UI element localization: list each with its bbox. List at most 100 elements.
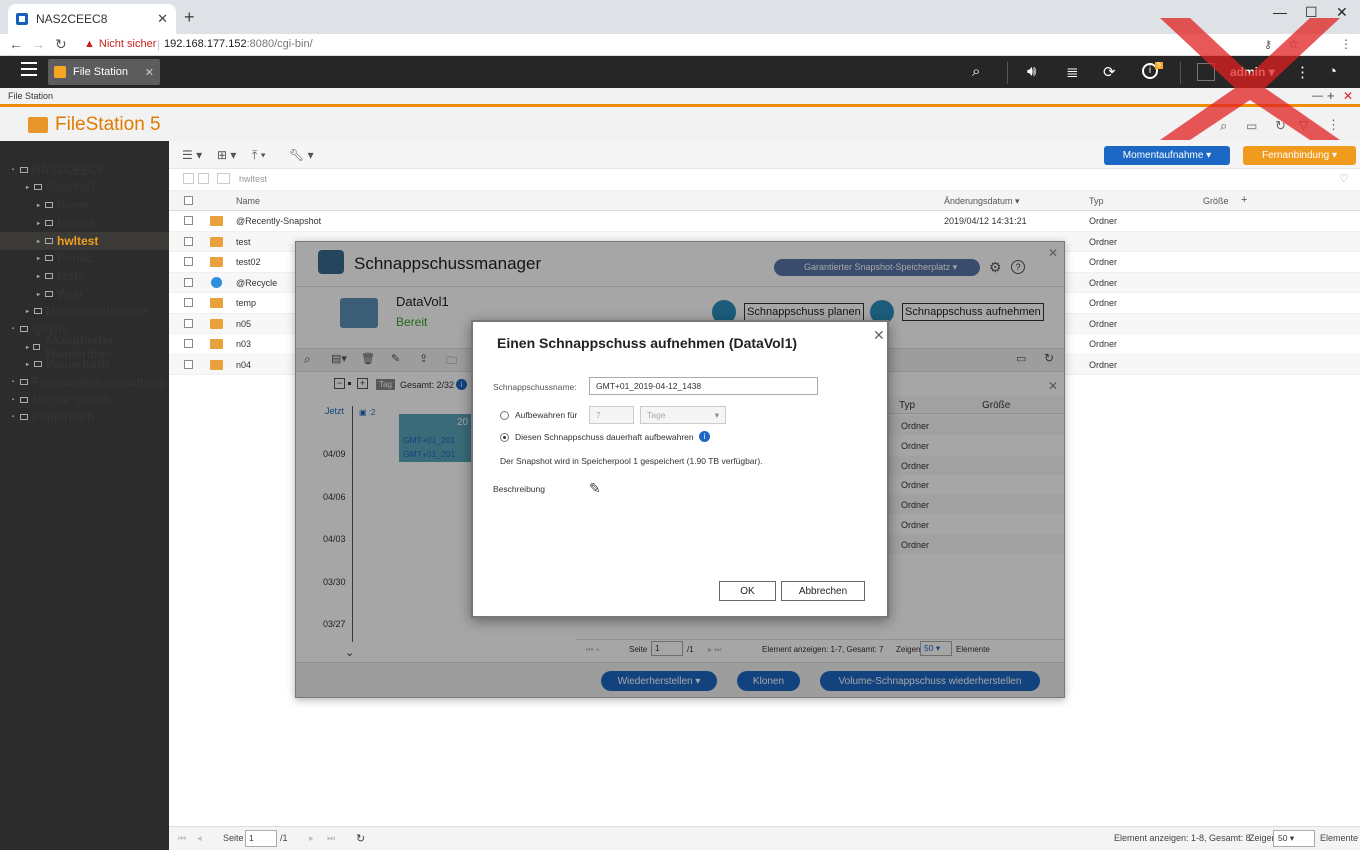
sidebar-item[interactable]: ▸ test2 [0, 267, 169, 285]
tree-toggle-icon[interactable]: ▪ [12, 397, 20, 403]
list-view-icon[interactable]: ☰ ▾ [182, 148, 202, 162]
folder-icon [45, 202, 53, 208]
tree-toggle-icon[interactable]: ▸ [26, 344, 33, 351]
tree-toggle-icon[interactable]: ▸ [37, 220, 45, 227]
folder-icon [20, 326, 28, 332]
snapshot-name-label: Schnappschussname: [493, 382, 577, 392]
tree-toggle-icon[interactable]: ▸ [37, 238, 45, 245]
col-date[interactable]: Änderungsdatum ▾ [944, 196, 1020, 207]
url-field[interactable]: 192.168.177.152:8080/cgi-bin/ [164, 38, 313, 50]
back-nav-icon[interactable] [183, 173, 194, 184]
new-folder-icon[interactable]: ⊞ ▾ [217, 148, 236, 162]
hamburger-menu-icon[interactable] [21, 62, 37, 76]
row-checkbox[interactable] [184, 339, 193, 348]
warning-icon: ▲ [84, 38, 95, 50]
stack-icon[interactable]: ≣ [1066, 63, 1079, 81]
page-total: /1 [280, 833, 288, 843]
tools-icon[interactable]: 🔧︎ ▾ [289, 148, 314, 162]
tree-toggle-icon[interactable]: ▪ [12, 167, 20, 173]
reload-icon[interactable]: ↻ [55, 36, 67, 53]
refresh-icon[interactable]: ↻ [356, 832, 365, 845]
sidebar-item[interactable]: ▸ hwltest [0, 232, 169, 250]
search-icon[interactable]: ⌕ [972, 63, 980, 80]
app-tab-file-station[interactable]: File Station ✕ [48, 59, 160, 85]
back-arrow-icon[interactable]: ← [9, 36, 23, 52]
sync-icon[interactable]: ⟳ [1103, 63, 1116, 81]
prev-page-icon[interactable]: ◂ [197, 833, 202, 844]
col-name[interactable]: Name [236, 196, 260, 206]
divider [1007, 62, 1008, 84]
tree-toggle-icon[interactable]: ▪ [12, 326, 20, 332]
ok-button[interactable]: OK [719, 581, 776, 601]
row-checkbox[interactable] [184, 277, 193, 287]
tree-toggle-icon[interactable]: ▸ [26, 308, 34, 315]
tree-toggle-icon[interactable]: ▸ [37, 202, 45, 209]
info-icon[interactable]: i [699, 431, 710, 442]
tree-toggle-icon[interactable]: ▸ [37, 273, 45, 280]
sidebar-item[interactable]: ▪ Mit mir geteilt [0, 391, 169, 409]
sidebar-item[interactable]: ▸ homes [0, 214, 169, 232]
tree-toggle-icon[interactable]: ▸ [37, 291, 45, 298]
tree-toggle-icon[interactable]: ▸ [37, 255, 45, 262]
sidebar-item[interactable]: ▪ Freigabelinkverwaltung [0, 373, 169, 391]
security-warning[interactable]: ▲ Nicht sicher [84, 38, 156, 50]
row-checkbox[interactable] [184, 359, 193, 369]
select-all-checkbox[interactable] [184, 196, 193, 205]
add-column-icon[interactable]: + [1241, 194, 1247, 206]
dialog-close-icon[interactable]: ✕ [873, 327, 885, 344]
tree-toggle-icon[interactable]: ▪ [12, 379, 20, 385]
keep-for-unit-select[interactable]: Tage ▾ [640, 406, 726, 424]
file-name: test [236, 236, 251, 247]
cancel-button[interactable]: Abbrechen [781, 581, 865, 601]
address-bar: ← → ↻ ▲ Nicht sicher | 192.168.177.152:80… [0, 34, 1360, 56]
snapshot-button[interactable]: Momentaufnahme ▾ [1104, 146, 1230, 165]
volume-icon[interactable]: 🔊︎ [1027, 63, 1036, 80]
sidebar-item[interactable]: ▸ Public [0, 249, 169, 267]
row-checkbox[interactable] [184, 318, 193, 328]
folder-logo-icon [28, 117, 48, 133]
row-checkbox[interactable] [184, 216, 193, 225]
tree-toggle-icon[interactable]: ▸ [26, 361, 34, 368]
close-window-icon[interactable]: ✕ [1343, 89, 1353, 103]
next-page-icon[interactable]: ▸ [309, 833, 314, 844]
upload-icon[interactable]: ⤒ ▾ [252, 148, 266, 163]
edit-description-icon[interactable]: ✎ [589, 480, 601, 497]
page-input[interactable]: 1 [245, 830, 277, 847]
sidebar-item[interactable]: ▸ Momentaufnahme [0, 302, 169, 320]
new-tab-button[interactable]: + [184, 7, 195, 28]
favorite-heart-icon[interactable]: ♡ [1339, 172, 1349, 185]
sidebar-item[interactable]: ▸ Web [0, 285, 169, 303]
keep-for-radio[interactable] [500, 411, 509, 420]
page-size-select[interactable]: 50 ▾ [1273, 830, 1315, 847]
file-name: @Recycle [236, 277, 278, 288]
forward-arrow-icon[interactable]: → [31, 36, 45, 52]
sidebar-item[interactable]: ▪ NAS2CEEC8 [0, 161, 169, 179]
sidebar-item[interactable]: ▸ Papierkorb [0, 355, 169, 373]
sidebar-item[interactable]: ▸ home [0, 196, 169, 214]
forward-nav-icon[interactable] [198, 173, 209, 184]
row-checkbox[interactable] [184, 257, 193, 266]
sidebar-item[interactable]: ▸ DataVol1 [0, 178, 169, 196]
tab-close-icon[interactable]: ✕ [157, 11, 168, 27]
last-page-icon[interactable]: ⏭ [327, 833, 335, 844]
remote-connection-button[interactable]: Fernanbindung ▾ [1243, 146, 1356, 165]
row-checkbox[interactable] [184, 236, 193, 246]
tree-toggle-icon[interactable]: ▪ [12, 414, 20, 420]
tree-toggle-icon[interactable]: ▸ [26, 184, 34, 191]
browser-tab[interactable]: NAS2CEEC8 ✕ [8, 4, 176, 34]
row-checkbox[interactable] [184, 298, 193, 307]
menu-dots-icon[interactable]: ⋮ [1340, 37, 1352, 51]
window-title-strip: File Station [0, 88, 1360, 104]
parent-folder-icon[interactable] [217, 173, 230, 184]
keep-forever-radio[interactable] [500, 433, 509, 442]
first-page-icon[interactable]: ⏮ [178, 833, 186, 844]
sidebar-item[interactable]: ▸ Akzeptierter Teamordner [0, 333, 169, 361]
col-type[interactable]: Typ [1089, 196, 1104, 206]
sidebar-item[interactable]: ▪ Papierkorb [0, 408, 169, 426]
table-row[interactable]: @Recently-Snapshot 2019/04/12 14:31:21 Ord… [169, 211, 1360, 232]
browser-tab-title: NAS2CEEC8 [36, 12, 108, 26]
snapshot-name-input[interactable]: GMT+01_2019-04-12_1438 [589, 377, 818, 395]
col-size[interactable]: Größe [1203, 196, 1229, 206]
keep-for-value-input[interactable]: 7 [589, 406, 634, 424]
app-tab-close-icon[interactable]: ✕ [145, 66, 154, 79]
